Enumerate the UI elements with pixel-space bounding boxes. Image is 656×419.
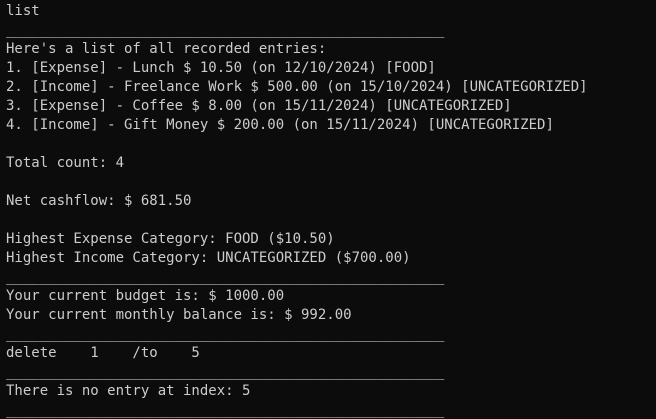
- entry-line: 1. [Expense] - Lunch $ 10.50 (on 12/10/2…: [6, 60, 436, 76]
- divider: ________________________________________…: [6, 326, 445, 342]
- divider: ________________________________________…: [6, 402, 445, 418]
- current-monthly-balance: Your current monthly balance is: $ 992.0…: [6, 307, 352, 323]
- highest-income-category: Highest Income Category: UNCATEGORIZED (…: [6, 250, 411, 266]
- highest-expense-category: Highest Expense Category: FOOD ($10.50): [6, 231, 335, 247]
- entry-line: 4. [Income] - Gift Money $ 200.00 (on 15…: [6, 117, 554, 133]
- list-header: Here's a list of all recorded entries:: [6, 41, 327, 57]
- divider: ________________________________________…: [6, 22, 445, 38]
- entry-line: 3. [Expense] - Coffee $ 8.00 (on 15/11/2…: [6, 98, 512, 114]
- total-count: Total count: 4: [6, 155, 125, 171]
- net-cashflow: Net cashflow: $ 681.50: [6, 193, 192, 209]
- error-message: There is no entry at index: 5: [6, 383, 251, 399]
- current-budget: Your current budget is: $ 1000.00: [6, 288, 285, 304]
- entry-line: 2. [Income] - Freelance Work $ 500.00 (o…: [6, 79, 588, 95]
- command-input-line: delete 1 /to 5: [6, 345, 200, 361]
- terminal-window[interactable]: list ___________________________________…: [0, 0, 656, 419]
- command-input-line: list: [6, 3, 40, 19]
- divider: ________________________________________…: [6, 364, 445, 380]
- divider: ________________________________________…: [6, 269, 445, 285]
